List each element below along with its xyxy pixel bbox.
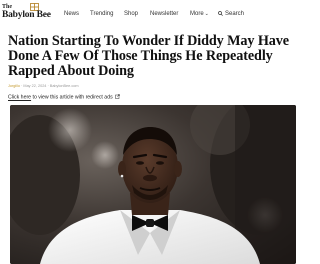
site-logo[interactable]: The Babylon Bee [2, 3, 51, 24]
nav-shop[interactable]: Shop [124, 10, 138, 18]
redirect-link[interactable]: Click here [8, 95, 31, 101]
nav-trending[interactable]: Trending [90, 10, 113, 18]
search-label: Search [225, 11, 245, 17]
nav-news[interactable]: News [64, 10, 79, 18]
logo-name: Babylon Bee [2, 10, 51, 20]
hero-photo [10, 105, 296, 264]
chevron-down-icon: ⌄ [204, 11, 209, 17]
article-headline: Nation Starting To Wonder If Diddy May H… [8, 33, 289, 79]
redirect-text: to view this article with redirect ads [31, 94, 113, 101]
external-link-icon[interactable] [114, 94, 120, 99]
article-meta: Jorgillo · May 22, 2024 · BabylonBee.com [8, 84, 79, 89]
nav-more-label: More [190, 11, 204, 17]
top-nav: The Babylon Bee News Trending Shop Newsl… [0, 0, 300, 28]
nav-newsletter[interactable]: Newsletter [150, 10, 178, 18]
search-button[interactable]: Search [218, 10, 248, 18]
nav-more[interactable]: More⌄ [190, 10, 209, 18]
article-date: · May 22, 2024 · BabylonBee.com [20, 84, 79, 88]
article-hero-image [10, 105, 296, 264]
redirect-notice: Click here to view this article with red… [8, 94, 120, 102]
search-icon [218, 11, 223, 16]
author-link[interactable]: Jorgillo [8, 84, 20, 88]
